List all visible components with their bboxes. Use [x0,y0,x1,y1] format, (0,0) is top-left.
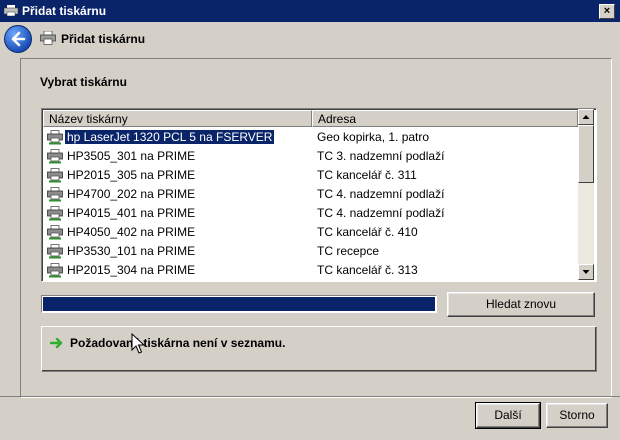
printer-name: HP4050_402 na PRIME [67,225,196,239]
printer-icon [4,5,18,16]
printer-address: TC kancelář č. 410 [317,225,418,239]
close-icon: × [603,5,611,17]
network-printer-icon [47,149,63,164]
printer-not-listed-label: Požadovaná tiskárna není v seznamu. [70,336,286,350]
column-header-address[interactable]: Adresa [312,110,578,127]
printer-address: TC 3. nadzemní podlaží [317,149,445,163]
back-button[interactable] [4,25,32,53]
table-row[interactable]: HP4050_402 na PRIME TC kancelář č. 410 [43,223,577,242]
table-row[interactable]: HP4700_202 na PRIME TC 4. nadzemní podlaž… [43,185,577,204]
section-label: Vybrat tiskárnu [40,75,127,89]
window-title: Přidat tiskárnu [22,4,107,18]
printer-address: TC kancelář č. 311 [317,168,417,182]
printer-list[interactable]: Název tiskárny Adresa hp LaserJet 1320 P… [41,108,597,282]
printer-icon [40,31,56,45]
printer-name: hp LaserJet 1320 PCL 5 na FSERVER [63,129,276,145]
close-button[interactable]: × [599,4,615,19]
scroll-thumb[interactable] [578,125,594,183]
printer-name: HP4015_401 na PRIME [67,206,196,220]
back-arrow-icon [11,31,26,47]
arrow-up-icon [582,115,590,119]
printer-name: HP3505_301 na PRIME [67,149,196,163]
table-row[interactable]: HP3505_301 na PRIME TC 3. nadzemní podlaž… [43,147,577,166]
printer-not-listed-link[interactable]: Požadovaná tiskárna není v seznamu. [41,326,597,372]
printer-name: HP2015_304 na PRIME [67,263,196,277]
network-printer-icon [47,168,63,183]
cancel-button[interactable]: Storno [546,403,608,428]
table-row[interactable]: HP3530_101 na PRIME TC recepce [43,242,577,261]
table-row[interactable]: HP2015_305 na PRIME TC kancelář č. 311 [43,166,577,185]
printer-name: HP3530_101 na PRIME [67,244,196,258]
column-header-name[interactable]: Název tiskárny [43,110,312,127]
printer-address: TC 4. nadzemní podlaží [317,187,445,201]
next-button[interactable]: Další [475,402,541,429]
network-printer-icon [47,187,63,202]
printer-name: HP2015_305 na PRIME [67,168,196,182]
search-again-button[interactable]: Hledat znovu [447,292,595,317]
network-printer-icon [47,244,63,259]
table-row[interactable]: HP4015_401 na PRIME TC 4. nadzemní podlaž… [43,204,577,223]
printer-address: Geo kopirka, 1. patro [317,130,430,144]
search-progress-bar [41,295,437,313]
title-bar: Přidat tiskárnu × [0,0,620,22]
wizard-header: Přidat tiskárnu [0,22,620,58]
scroll-up-button[interactable] [578,109,594,125]
table-row[interactable]: hp LaserJet 1320 PCL 5 na FSERVER Geo kop… [43,128,577,147]
arrow-down-icon [582,270,590,274]
network-printer-icon [47,206,63,221]
printer-address: TC kancelář č. 313 [317,263,418,277]
printer-name: HP4700_202 na PRIME [67,187,196,201]
network-printer-icon [47,263,63,278]
network-printer-icon [47,225,63,240]
table-row[interactable]: HP2015_304 na PRIME TC kancelář č. 313 [43,261,577,280]
printer-address: TC 4. nadzemní podlaží [317,206,445,220]
footer-divider [0,396,620,397]
network-printer-icon [47,130,63,145]
green-arrow-icon [50,337,63,349]
printer-address: TC recepce [317,244,380,258]
progress-fill [43,297,435,311]
scroll-down-button[interactable] [578,264,594,280]
page-title: Přidat tiskárnu [61,32,146,46]
vertical-scrollbar[interactable] [578,109,594,280]
mouse-cursor-icon [131,333,145,354]
